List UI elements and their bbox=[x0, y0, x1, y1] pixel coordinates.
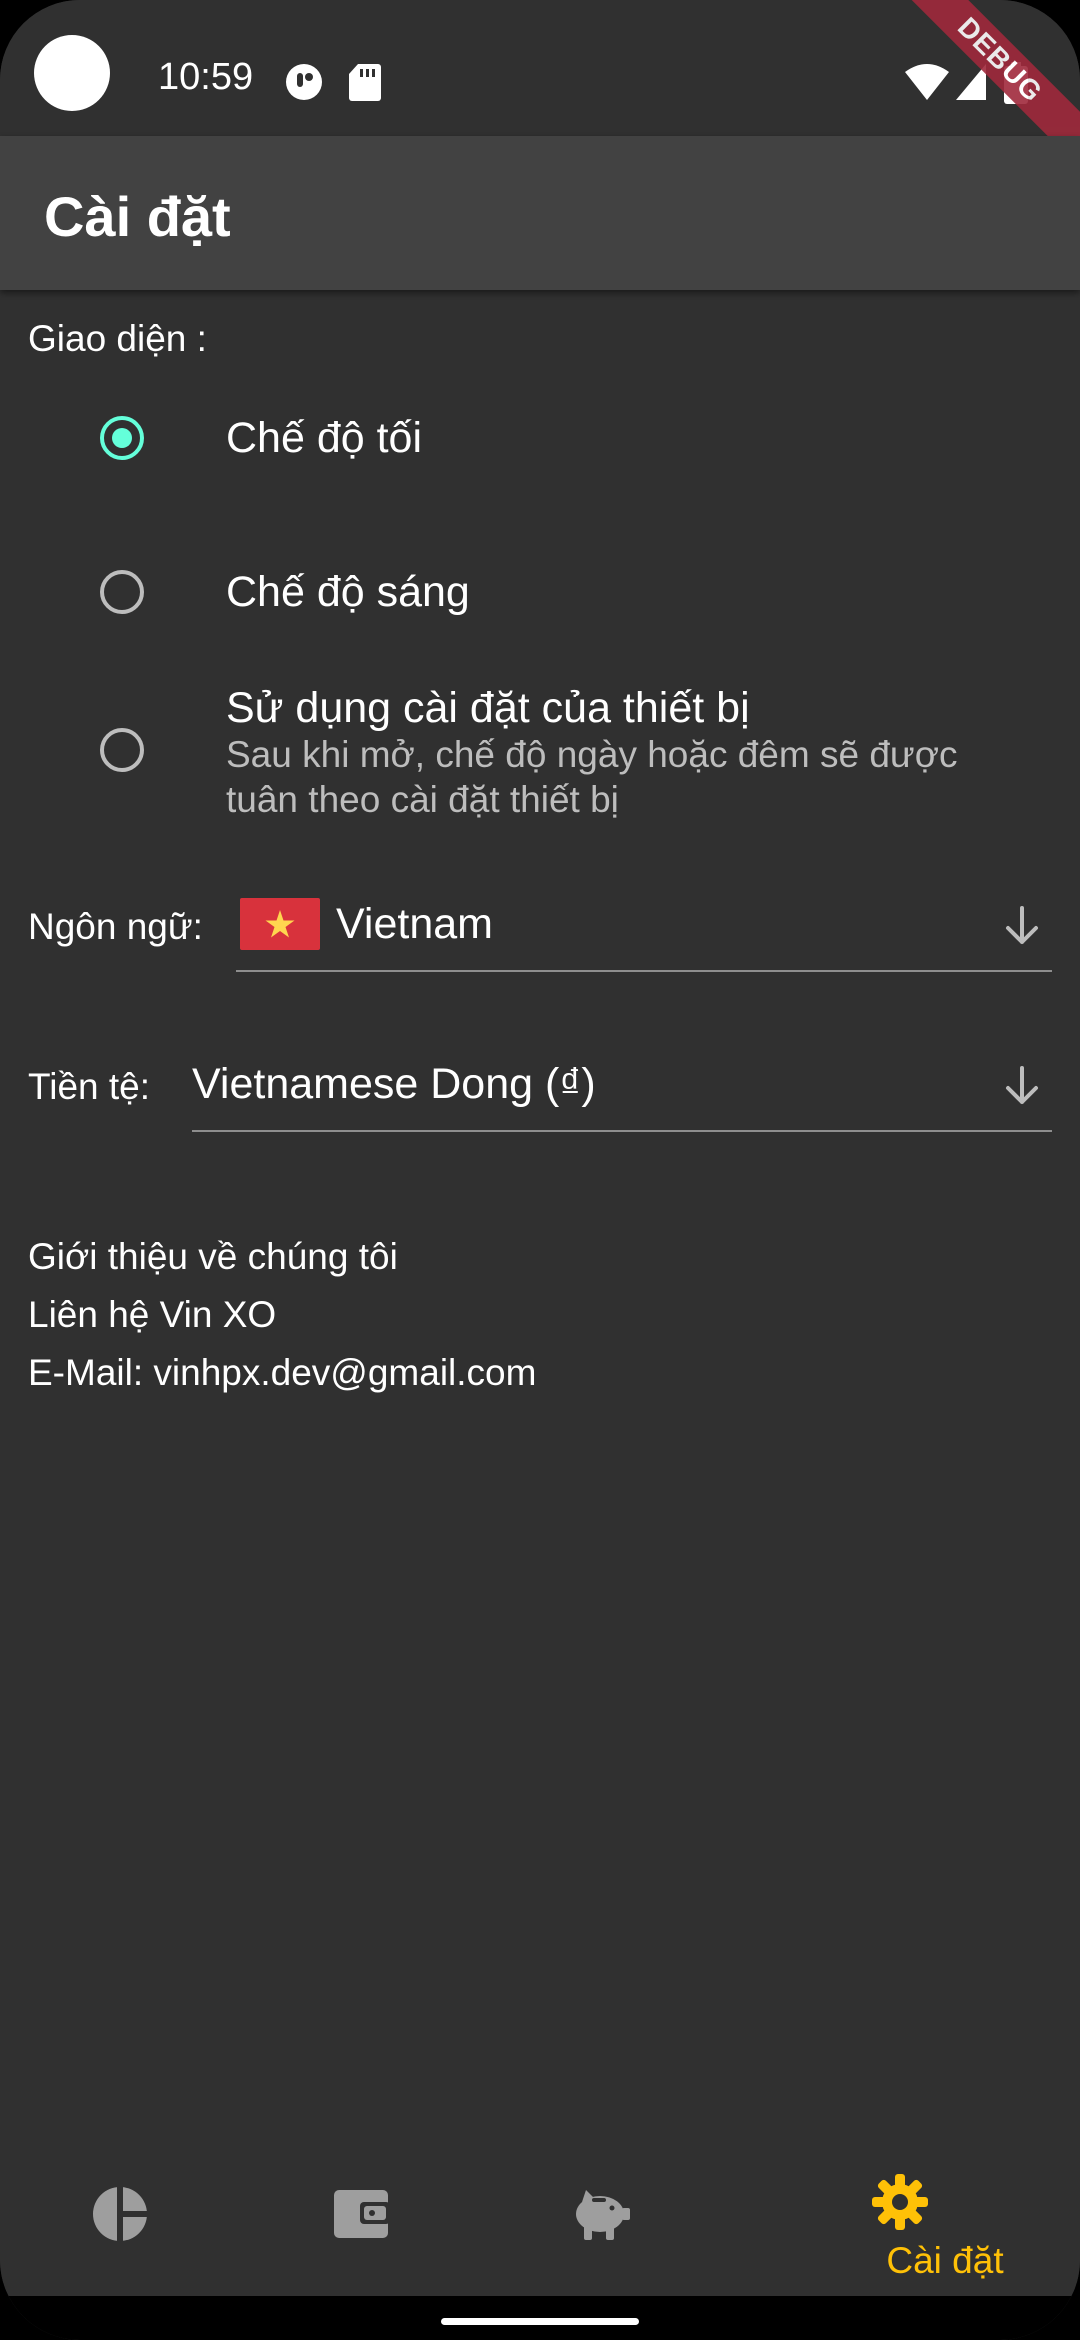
option-title-dark: Chế độ tối bbox=[226, 414, 423, 462]
arrow-down-icon bbox=[1006, 1066, 1038, 1104]
language-label: Ngôn ngữ: bbox=[28, 906, 203, 947]
nav-label-settings: Cài đặt bbox=[886, 2240, 1004, 2281]
radio-light-mode[interactable] bbox=[100, 570, 144, 614]
currency-dropdown[interactable]: Vietnamese Dong (₫) bbox=[192, 1038, 1052, 1132]
theme-option-system[interactable]: Sử dụng cài đặt của thiết bị Sau khi mở,… bbox=[0, 680, 1080, 830]
nav-item-savings[interactable] bbox=[540, 2140, 810, 2296]
radio-dark-mode[interactable] bbox=[100, 416, 144, 460]
theme-option-dark[interactable]: Chế độ tối bbox=[0, 398, 1080, 478]
nav-item-statistics[interactable] bbox=[0, 2140, 270, 2296]
vietnam-flag-icon bbox=[240, 898, 320, 950]
currency-label: Tiền tệ: bbox=[28, 1066, 151, 1107]
status-time: 10:59 bbox=[158, 56, 254, 98]
home-gesture-bar[interactable] bbox=[441, 2318, 639, 2325]
email-text[interactable]: E-Mail: vinhpx.dev@gmail.com bbox=[28, 1352, 536, 1394]
currency-value: Vietnamese Dong (₫) bbox=[192, 1060, 596, 1108]
sd-card-icon bbox=[349, 64, 381, 101]
nav-item-wallet[interactable] bbox=[270, 2140, 540, 2296]
notification-app-icon bbox=[286, 64, 322, 100]
wallet-icon bbox=[334, 2190, 390, 2238]
piggy-bank-icon bbox=[576, 2190, 630, 2240]
radio-system-mode[interactable] bbox=[100, 728, 144, 772]
gear-icon bbox=[872, 2174, 928, 2230]
bottom-navigation: Cài đặt bbox=[0, 2140, 1080, 2296]
screen: 10:59 DEBUG Cài đặt Giao diện : Chế độ t… bbox=[0, 0, 1080, 2340]
arrow-down-icon bbox=[1006, 906, 1038, 944]
nav-item-settings[interactable]: Cài đặt bbox=[810, 2140, 1080, 2296]
option-subtitle-system: Sau khi mở, chế độ ngày hoặc đêm sẽ được… bbox=[226, 734, 958, 820]
contact-text: Liên hệ Vin XO bbox=[28, 1294, 277, 1335]
app-bar: Cài đặt bbox=[0, 136, 1080, 290]
about-us-link[interactable]: Giới thiệu về chúng tôi bbox=[28, 1236, 398, 1278]
pie-chart-icon bbox=[93, 2186, 148, 2242]
theme-option-light[interactable]: Chế độ sáng bbox=[0, 552, 1080, 632]
page-title: Cài đặt bbox=[44, 185, 231, 248]
language-dropdown[interactable]: Vietnam bbox=[236, 878, 1052, 972]
option-title-light: Chế độ sáng bbox=[226, 568, 470, 616]
wifi-icon bbox=[905, 64, 949, 100]
status-bar: 10:59 DEBUG bbox=[0, 0, 1080, 181]
option-title-system: Sử dụng cài đặt của thiết bị bbox=[226, 684, 750, 732]
language-value: Vietnam bbox=[336, 900, 493, 948]
theme-section-label: Giao diện : bbox=[28, 318, 207, 359]
camera-cutout bbox=[34, 35, 110, 111]
